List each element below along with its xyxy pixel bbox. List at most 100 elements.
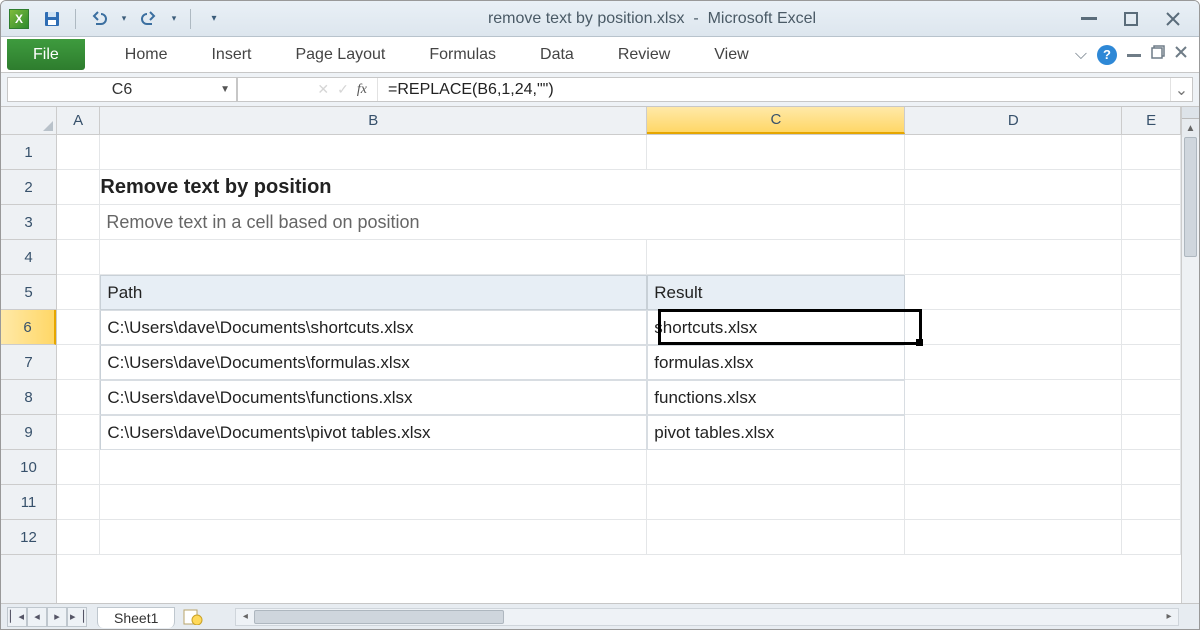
cell[interactable]: [100, 520, 647, 555]
cell[interactable]: [57, 135, 100, 170]
table-cell-result[interactable]: pivot tables.xlsx: [647, 415, 905, 450]
help-button[interactable]: ?: [1097, 45, 1117, 65]
scroll-left-button[interactable]: ◂: [236, 611, 254, 622]
sheet-nav-last[interactable]: ▸▕: [67, 607, 87, 627]
scroll-up-button[interactable]: ▲: [1182, 119, 1199, 137]
cell[interactable]: [57, 310, 100, 345]
cell[interactable]: [905, 380, 1122, 415]
cell[interactable]: [647, 205, 905, 240]
col-header-E[interactable]: E: [1122, 107, 1181, 134]
cell[interactable]: [57, 380, 100, 415]
col-header-A[interactable]: A: [57, 107, 100, 134]
cell[interactable]: [57, 415, 100, 450]
cell[interactable]: [1122, 345, 1181, 380]
tab-data[interactable]: Data: [518, 37, 596, 72]
table-cell-result[interactable]: functions.xlsx: [647, 380, 905, 415]
row-header-2[interactable]: 2: [1, 170, 56, 205]
cell[interactable]: [57, 485, 100, 520]
table-cell-path[interactable]: C:\Users\dave\Documents\pivot tables.xls…: [100, 415, 647, 450]
cell[interactable]: [1122, 310, 1181, 345]
cell[interactable]: [57, 450, 100, 485]
cell[interactable]: [57, 240, 100, 275]
vertical-scrollbar[interactable]: ▲: [1181, 107, 1199, 603]
cell[interactable]: [100, 450, 647, 485]
maximize-button[interactable]: [1119, 10, 1143, 28]
ribbon-minimize-icon[interactable]: ⌵: [1075, 46, 1087, 64]
name-box-dropdown-icon[interactable]: ▼: [220, 84, 230, 95]
cell[interactable]: [905, 450, 1122, 485]
scroll-right-button[interactable]: ▸: [1160, 611, 1178, 622]
cell[interactable]: [1122, 380, 1181, 415]
save-button[interactable]: [39, 8, 65, 30]
worksheet-subtitle[interactable]: Remove text in a cell based on position: [100, 205, 647, 240]
cell[interactable]: [1122, 135, 1181, 170]
undo-button[interactable]: [86, 8, 112, 30]
cell[interactable]: [57, 520, 100, 555]
close-button[interactable]: [1161, 10, 1185, 28]
cell[interactable]: [647, 485, 905, 520]
worksheet-title[interactable]: Remove text by position: [100, 170, 647, 205]
cell[interactable]: [1122, 240, 1181, 275]
cell[interactable]: [100, 240, 647, 275]
formula-expand-button[interactable]: ⌄: [1170, 78, 1192, 101]
tab-insert[interactable]: Insert: [189, 37, 273, 72]
scroll-thumb[interactable]: [1184, 137, 1197, 257]
table-header-result[interactable]: Result: [647, 275, 905, 310]
col-header-B[interactable]: B: [100, 107, 647, 134]
table-cell-result[interactable]: formulas.xlsx: [647, 345, 905, 380]
cell[interactable]: [100, 135, 647, 170]
table-header-path[interactable]: Path: [100, 275, 647, 310]
row-header-5[interactable]: 5: [1, 275, 56, 310]
cell[interactable]: [57, 205, 100, 240]
col-header-C[interactable]: C: [647, 107, 905, 134]
sheet-tab-sheet1[interactable]: Sheet1: [97, 607, 175, 628]
cell[interactable]: [1122, 450, 1181, 485]
redo-button[interactable]: [136, 8, 162, 30]
qat-customize[interactable]: ▾: [201, 8, 227, 30]
minimize-button[interactable]: [1077, 10, 1101, 28]
file-tab[interactable]: File: [7, 39, 85, 70]
table-cell-path[interactable]: C:\Users\dave\Documents\functions.xlsx: [100, 380, 647, 415]
cell[interactable]: [57, 345, 100, 380]
cell[interactable]: [905, 415, 1122, 450]
cell[interactable]: [57, 275, 100, 310]
row-header-10[interactable]: 10: [1, 450, 56, 485]
cell[interactable]: [905, 345, 1122, 380]
cell[interactable]: [647, 520, 905, 555]
table-cell-path[interactable]: C:\Users\dave\Documents\shortcuts.xlsx: [100, 310, 647, 345]
cell[interactable]: [905, 520, 1122, 555]
cell[interactable]: [905, 135, 1122, 170]
cell[interactable]: [57, 170, 100, 205]
row-header-12[interactable]: 12: [1, 520, 56, 555]
cell[interactable]: [905, 275, 1122, 310]
row-header-4[interactable]: 4: [1, 240, 56, 275]
cell[interactable]: [647, 135, 905, 170]
workbook-minimize-button[interactable]: [1127, 45, 1141, 64]
cell[interactable]: [905, 310, 1122, 345]
cell[interactable]: [647, 240, 905, 275]
sheet-nav-first[interactable]: ▏◂: [7, 607, 27, 627]
select-all-corner[interactable]: [1, 107, 57, 135]
cell[interactable]: [905, 170, 1122, 205]
cell[interactable]: [1122, 520, 1181, 555]
col-header-D[interactable]: D: [905, 107, 1122, 134]
undo-dropdown[interactable]: ▾: [118, 8, 130, 30]
tab-review[interactable]: Review: [596, 37, 692, 72]
row-header-11[interactable]: 11: [1, 485, 56, 520]
table-cell-path[interactable]: C:\Users\dave\Documents\formulas.xlsx: [100, 345, 647, 380]
cell[interactable]: [905, 485, 1122, 520]
row-header-6[interactable]: 6: [1, 310, 56, 345]
row-header-8[interactable]: 8: [1, 380, 56, 415]
row-header-3[interactable]: 3: [1, 205, 56, 240]
scroll-track[interactable]: [254, 609, 1160, 625]
cell[interactable]: [1122, 485, 1181, 520]
sheet-nav-next[interactable]: ▸: [47, 607, 67, 627]
tab-formulas[interactable]: Formulas: [407, 37, 518, 72]
formula-input[interactable]: =REPLACE(B6,1,24,""): [378, 81, 1170, 99]
cell[interactable]: [1122, 275, 1181, 310]
row-header-7[interactable]: 7: [1, 345, 56, 380]
horizontal-scrollbar[interactable]: ◂ ▸: [235, 608, 1179, 626]
redo-dropdown[interactable]: ▾: [168, 8, 180, 30]
cell[interactable]: [647, 450, 905, 485]
sheet-nav-prev[interactable]: ◂: [27, 607, 47, 627]
